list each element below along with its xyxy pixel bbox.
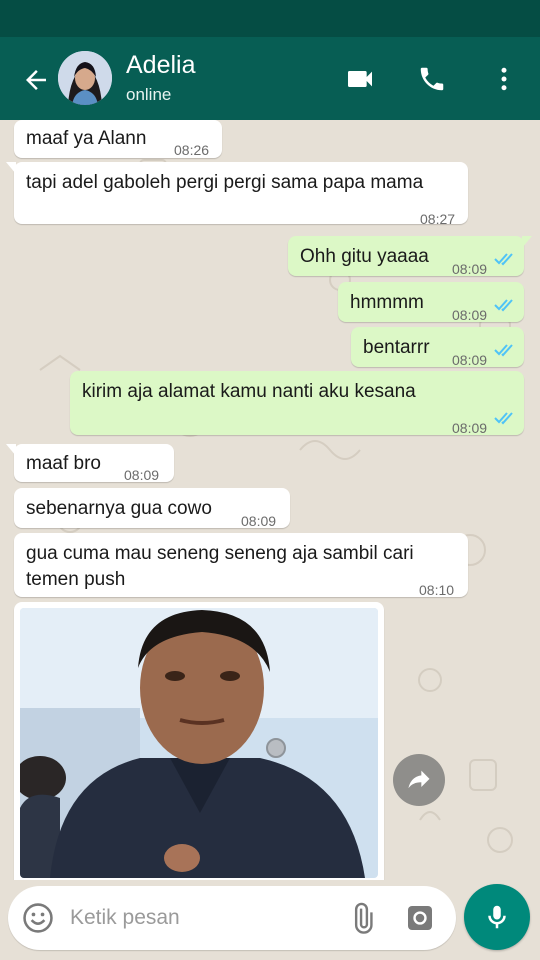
more-options-button[interactable] (484, 59, 524, 99)
emoji-icon (23, 903, 53, 933)
read-receipt-icon (494, 344, 513, 357)
camera-icon (408, 906, 432, 930)
camera-button[interactable] (402, 900, 438, 936)
message-text: gua cuma mau seneng seneng aja sambil ca… (26, 543, 414, 590)
video-call-button[interactable] (340, 59, 380, 99)
message-outgoing[interactable]: Ohh gitu yaaaa 08:09 (288, 236, 532, 277)
attach-icon (354, 902, 373, 934)
message-text: sebenarnya gua cowo (26, 498, 212, 519)
photo-message[interactable] (20, 608, 378, 878)
message-input-box[interactable] (8, 886, 456, 950)
back-button[interactable] (18, 62, 54, 98)
message-text: Ohh gitu yaaaa (300, 246, 429, 267)
read-receipt-icon (494, 253, 513, 266)
message-outgoing[interactable]: kirim aja alamat kamu nanti aku kesana 0… (70, 371, 524, 436)
message-time: 08:09 (452, 261, 488, 277)
status-bar (0, 0, 540, 37)
video-call-icon (348, 71, 372, 87)
message-time: 08:26 (174, 142, 210, 158)
message-time: 08:27 (420, 211, 456, 227)
attach-button[interactable] (344, 900, 380, 936)
message-incoming[interactable]: gua cuma mau seneng seneng aja sambil ca… (14, 533, 468, 598)
image-message[interactable] (14, 602, 384, 880)
message-time: 08:09 (241, 513, 277, 529)
emoji-button[interactable] (20, 900, 56, 936)
forward-button[interactable] (393, 754, 445, 806)
message-text: maaf ya Alann (26, 128, 147, 149)
more-vert-icon (501, 67, 507, 91)
chat-header: Adelia online (0, 37, 540, 120)
chat-area[interactable]: maaf ya Alann 08:26 tapi adel gaboleh pe… (0, 120, 540, 880)
message-incoming[interactable]: maaf ya Alann 08:26 (14, 120, 222, 158)
message-text: kirim aja alamat kamu nanti aku kesana (82, 381, 416, 402)
contact-info[interactable]: Adelia online (126, 49, 196, 109)
message-text: hmmmm (350, 292, 424, 313)
composer-bar (0, 880, 540, 960)
message-time: 08:09 (124, 467, 160, 483)
message-input[interactable] (70, 898, 340, 938)
back-arrow-icon (26, 70, 46, 90)
message-text: bentarrr (363, 337, 430, 358)
message-text: maaf bro (26, 453, 101, 474)
contact-avatar[interactable] (58, 51, 112, 105)
message-text: tapi adel gaboleh pergi pergi sama papa … (26, 172, 424, 193)
message-outgoing[interactable]: hmmmm 08:09 (338, 282, 524, 323)
phone-icon (420, 67, 444, 91)
message-time: 08:10 (419, 582, 455, 598)
message-time: 08:09 (452, 307, 488, 323)
read-receipt-icon (494, 299, 513, 312)
message-incoming[interactable]: tapi adel gaboleh pergi pergi sama papa … (6, 162, 468, 227)
message-outgoing[interactable]: bentarrr 08:09 (351, 327, 524, 368)
read-receipt-icon (494, 412, 513, 425)
contact-status: online (126, 85, 172, 104)
message-incoming[interactable]: maaf bro 08:09 (6, 444, 174, 483)
contact-name: Adelia (126, 51, 196, 79)
message-time: 08:09 (452, 420, 488, 436)
mic-icon (488, 905, 506, 929)
voice-record-button[interactable] (464, 884, 530, 950)
voice-call-button[interactable] (412, 59, 452, 99)
forward-icon (408, 770, 430, 789)
message-incoming[interactable]: sebenarnya gua cowo 08:09 (14, 488, 290, 529)
message-time: 08:09 (452, 352, 488, 368)
